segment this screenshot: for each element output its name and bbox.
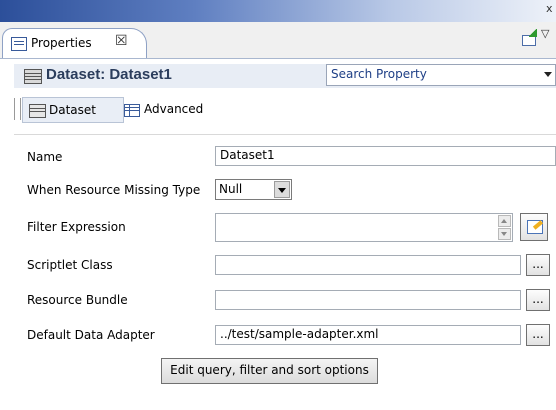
resource-bundle-input[interactable] bbox=[215, 290, 521, 310]
window-close-icon[interactable]: x bbox=[546, 2, 556, 18]
scriptlet-class-label: Scriptlet Class bbox=[27, 258, 113, 272]
window-title-bar: x bbox=[0, 0, 556, 22]
search-property-text: Search Property bbox=[331, 67, 427, 81]
search-property-combo[interactable]: Search Property bbox=[326, 64, 556, 86]
resource-bundle-label: Resource Bundle bbox=[27, 293, 128, 307]
page-title: Dataset: Dataset1 bbox=[46, 66, 172, 83]
adapter-browse-button[interactable]: ... bbox=[526, 324, 550, 346]
view-tab-bar: Properties ☒ bbox=[0, 22, 556, 59]
data-adapter-input[interactable]: ../test/sample-adapter.xml bbox=[215, 325, 521, 345]
edit-query-button[interactable]: Edit query, filter and sort options bbox=[161, 358, 378, 384]
scriptlet-class-input[interactable] bbox=[215, 255, 521, 275]
table-icon bbox=[124, 104, 140, 117]
scroll-down-icon[interactable] bbox=[498, 228, 511, 240]
missing-type-value: Null bbox=[219, 182, 243, 196]
filter-expression-input[interactable] bbox=[215, 213, 513, 242]
name-label: Name bbox=[27, 150, 63, 164]
tab-dataset-label: Dataset bbox=[49, 103, 96, 117]
filter-expression-label: Filter Expression bbox=[27, 220, 126, 234]
bundle-browse-button[interactable]: ... bbox=[526, 289, 550, 311]
chevron-down-icon[interactable] bbox=[274, 181, 290, 198]
view-menu-chevron-icon[interactable]: ▽ bbox=[541, 27, 549, 40]
scroll-up-icon[interactable] bbox=[498, 215, 511, 227]
properties-icon bbox=[11, 37, 27, 51]
dataset-tab-icon bbox=[29, 104, 46, 118]
data-adapter-label: Default Data Adapter bbox=[27, 328, 155, 342]
missing-type-select[interactable]: Null bbox=[215, 179, 292, 200]
scriptlet-browse-button[interactable]: ... bbox=[526, 254, 550, 276]
tab-dataset[interactable]: Dataset bbox=[22, 97, 124, 123]
expression-editor-button[interactable] bbox=[520, 213, 548, 241]
tab-advanced[interactable]: Advanced bbox=[124, 97, 220, 123]
tab-properties[interactable]: Properties ☒ bbox=[2, 28, 147, 58]
tab-separator bbox=[14, 98, 21, 120]
tab-advanced-label: Advanced bbox=[144, 102, 204, 116]
name-input[interactable]: Dataset1 bbox=[215, 146, 556, 166]
missing-type-label: When Resource Missing Type bbox=[27, 183, 201, 197]
close-icon[interactable]: ☒ bbox=[115, 33, 128, 49]
pin-view-icon[interactable] bbox=[520, 29, 538, 46]
dataset-icon bbox=[24, 69, 42, 84]
chevron-down-icon[interactable] bbox=[544, 72, 552, 77]
tab-properties-label: Properties bbox=[31, 36, 92, 50]
